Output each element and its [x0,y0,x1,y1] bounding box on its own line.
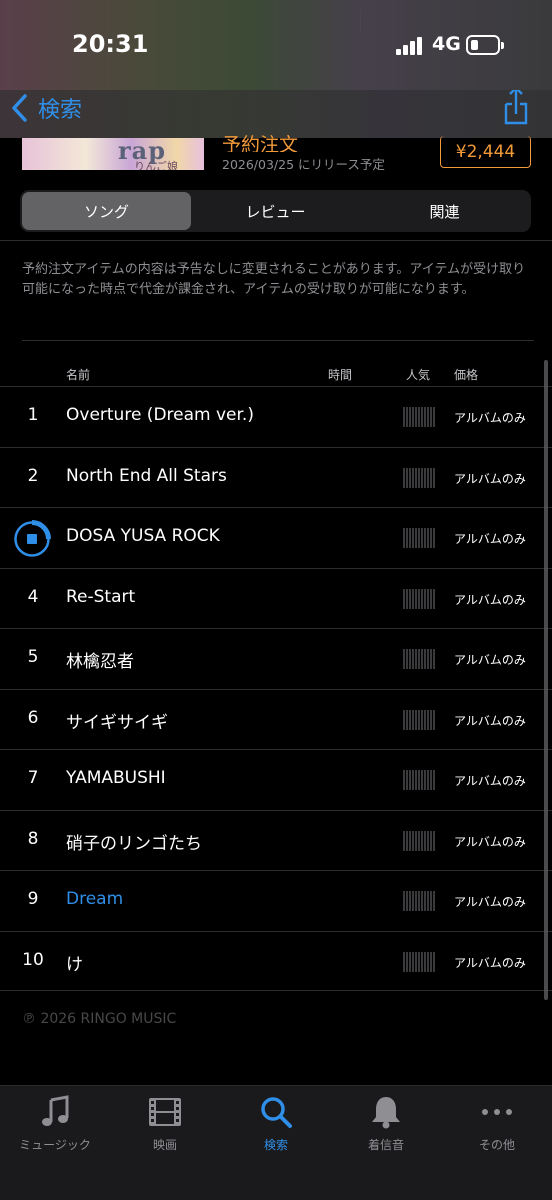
album-art-subtitle: りんご娘 [134,160,178,170]
track-price: アルバムのみ [454,713,526,728]
track-name: DOSA YUSA ROCK [66,526,220,546]
track-number: 4 [27,586,39,607]
battery-icon [466,35,504,55]
track-price: アルバムのみ [454,834,526,849]
tab-label: 映画 [152,1138,177,1152]
track-price: アルバムのみ [454,774,526,788]
popularity-bars-icon [403,891,435,911]
track-row[interactable]: 8 硝子のリンゴたち アルバムのみ [0,809,552,871]
chevron-left-icon [12,94,27,122]
track-name: Overture (Dream ver.) [66,405,254,425]
copyright-text: ℗ 2026 RINGO MUSIC [22,1011,177,1027]
popularity-bars-icon [403,588,435,609]
more-icon [482,1109,512,1115]
stop-preview-icon[interactable] [13,520,51,558]
track-row[interactable]: 5 林檎忍者 アルバムのみ [0,628,552,689]
status-time: 20:31 [72,30,149,58]
track-name: 林檎忍者 [66,652,134,672]
price-button[interactable]: ¥2,444 [440,136,531,168]
segment-divider [360,10,361,32]
popularity-bars-icon [403,770,435,790]
track-name: け [66,954,83,975]
tab-label: 着信音 [367,1138,404,1152]
segmented-control: ソング レビュー 関連 [20,190,531,232]
divider [0,240,552,241]
status-bar: 20:31 4G [0,0,552,90]
track-price: アルバムのみ [454,955,526,970]
popularity-bars-icon [403,467,435,488]
track-price: アルバムのみ [454,895,526,909]
film-icon [149,1098,181,1126]
track-price: アルバムのみ [454,592,526,607]
bell-icon [372,1097,400,1129]
track-name: Re-Start [66,586,136,607]
tab-songs[interactable]: ソング [22,192,191,230]
tab-bar: ミュージック 映画 検索 着信音 その他 [0,1085,552,1200]
column-header-price[interactable]: 価格 [454,366,478,383]
back-label: 検索 [38,98,83,123]
popularity-bars-icon [403,407,435,427]
search-icon [261,1097,292,1128]
track-row[interactable]: 9 Dream アルバムのみ [0,870,552,931]
tab-label: ミュージック [19,1138,91,1152]
column-header-popularity[interactable]: 人気 [406,366,430,383]
album-artwork[interactable]: rap りんご娘 [22,138,204,170]
popularity-bars-icon [403,951,435,972]
preorder-label: 予約注文 [222,134,299,152]
release-date: 2026/03/25 にリリース予定 [222,157,385,172]
tab-more[interactable]: その他 [442,1094,552,1160]
track-row[interactable]: 6 サイギサイギ アルバムのみ [0,688,552,750]
track-row[interactable]: DOSA YUSA ROCK アルバムのみ [0,507,552,568]
popularity-bars-icon [403,830,435,851]
tab-reviews[interactable]: レビュー [191,192,360,230]
track-name: North End All Stars [66,465,227,486]
track-price: アルバムのみ [454,653,526,667]
divider [22,340,534,341]
back-button[interactable]: 検索 [10,90,82,126]
tab-related[interactable]: 関連 [360,192,529,230]
tab-ringtones[interactable]: 着信音 [331,1094,441,1160]
network-type: 4G [432,33,461,55]
preorder-notice: 予約注文アイテムの内容は予告なしに変更されることがあります。アイテムが受け取り可… [22,262,526,297]
popularity-bars-icon [403,649,435,669]
signal-icon [396,37,424,55]
track-price: アルバムのみ [454,532,526,546]
popularity-bars-icon [403,709,435,730]
track-number: 7 [27,768,39,788]
track-price: アルバムのみ [454,471,526,486]
tab-music[interactable]: ミュージック [0,1094,110,1160]
track-number: 8 [27,828,39,849]
track-row[interactable]: 2 North End All Stars アルバムのみ [0,446,552,508]
track-number: 5 [27,647,39,667]
track-price: アルバムのみ [454,411,526,425]
scrollbar[interactable] [544,360,548,1000]
track-row[interactable]: 1 Overture (Dream ver.) アルバムのみ [0,386,552,447]
track-name: YAMABUSHI [66,768,166,788]
track-list: 1 Overture (Dream ver.) アルバムのみ 2 North E… [0,386,552,991]
music-note-icon [42,1095,69,1126]
track-number: 2 [27,465,39,486]
track-row[interactable]: 10 け アルバムのみ [0,930,552,991]
track-row[interactable]: 4 Re-Start アルバムのみ [0,567,552,629]
track-number: 9 [27,889,39,909]
track-name: サイギサイギ [66,712,168,733]
tab-movies[interactable]: 映画 [110,1094,220,1160]
column-header-time[interactable]: 時間 [328,366,352,383]
track-number: 1 [27,405,39,425]
column-header-name[interactable]: 名前 [66,366,90,383]
tab-label: 検索 [263,1138,288,1152]
tab-search[interactable]: 検索 [221,1094,331,1160]
track-number: 6 [27,707,39,728]
track-number: 10 [22,949,44,970]
track-name: 硝子のリンゴたち [66,833,202,854]
popularity-bars-icon [403,528,435,548]
track-name: Dream [66,889,124,909]
track-row[interactable]: 7 YAMABUSHI アルバムのみ [0,749,552,810]
tab-label: その他 [478,1138,515,1152]
share-icon[interactable] [502,90,530,126]
